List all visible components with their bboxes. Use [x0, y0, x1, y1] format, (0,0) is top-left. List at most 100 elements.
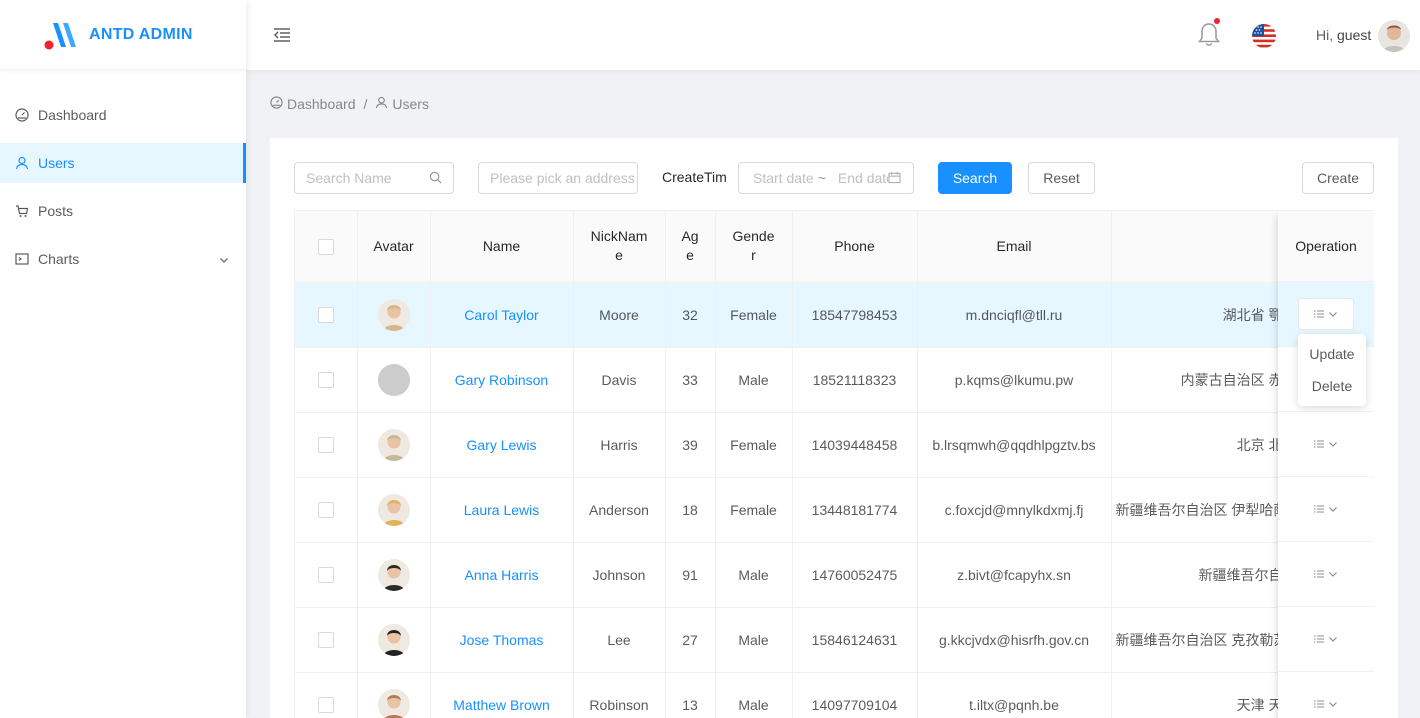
start-date-placeholder: Start date [753, 170, 814, 186]
age-cell: 91 [665, 542, 716, 608]
table-row: Gary Lewis Harris 39 Female 14039448458 b.lrs… [295, 412, 1374, 478]
address-placeholder: Please pick an address [490, 170, 635, 186]
operation-dropdown-button[interactable] [1298, 558, 1354, 590]
row-checkbox[interactable] [317, 437, 334, 454]
phone-cell: 18547798453 [792, 282, 918, 348]
chevron-down-icon [1328, 696, 1338, 712]
operation-dropdown-button[interactable] [1298, 688, 1354, 718]
user-name-link[interactable]: Gary Lewis [466, 437, 536, 453]
table-row: Laura Lewis Anderson 18 Female 13448181774 c.… [295, 477, 1374, 543]
phone-cell: 14097709104 [792, 672, 918, 718]
gender-cell: Female [715, 477, 793, 543]
gender-cell: Male [715, 607, 793, 673]
sidebar-item-dashboard[interactable]: Dashboard [0, 95, 246, 135]
user-greeting[interactable]: Hi, guest [1316, 27, 1371, 43]
user-name-link[interactable]: Carol Taylor [464, 307, 538, 323]
table-row: Anna Harris Johnson 91 Male 14760052475 z.biv… [295, 542, 1374, 608]
sidebar-menu: Dashboard Users Posts Charts [0, 95, 246, 279]
gender-cell: Female [715, 412, 793, 478]
user-icon [375, 96, 388, 112]
phone-cell: 18521118323 [792, 347, 918, 413]
row-select-cell [295, 607, 358, 673]
row-checkbox[interactable] [317, 502, 334, 519]
operation-dropdown-button[interactable] [1298, 493, 1354, 525]
name-cell: Laura Lewis [430, 477, 574, 543]
email-cell: b.lrsqmwh@qqdhlpgztv.bs [917, 412, 1112, 478]
date-range-picker[interactable]: Start date ~ End date [738, 162, 914, 194]
phone-cell: 13448181774 [792, 477, 918, 543]
row-checkbox[interactable] [317, 632, 334, 649]
us-flag-icon[interactable] [1252, 24, 1276, 48]
search-placeholder: Search Name [306, 170, 392, 186]
age-cell: 18 [665, 477, 716, 543]
row-select-cell [295, 347, 358, 413]
table-row: Carol Taylor Moore 32 Female 18547798453 m.dn… [295, 282, 1374, 348]
avatar-cell [357, 542, 431, 608]
delete-menu-item[interactable]: Delete [1298, 370, 1366, 402]
logo-icon [44, 19, 80, 51]
avatar-cell [357, 672, 431, 718]
breadcrumb-users: Users [375, 96, 429, 112]
user-avatar[interactable] [1378, 20, 1410, 52]
row-checkbox[interactable] [317, 697, 334, 714]
avatar [377, 688, 410, 718]
user-name-link[interactable]: Jose Thomas [460, 632, 544, 648]
update-menu-item[interactable]: Update [1298, 338, 1366, 370]
age-cell: 27 [665, 607, 716, 673]
address-cascader[interactable]: Please pick an address [478, 162, 638, 194]
dashboard-icon [270, 96, 283, 112]
phone-cell: 14039448458 [792, 412, 918, 478]
age-cell: 13 [665, 672, 716, 718]
sidebar-item-charts[interactable]: Charts [0, 239, 246, 279]
avatar [377, 363, 410, 396]
column-header-phone: Phone [792, 211, 918, 283]
search-icon[interactable] [429, 171, 442, 187]
search-button[interactable]: Search [938, 162, 1012, 194]
end-date-placeholder: End date [837, 170, 894, 186]
create-button[interactable]: Create [1302, 162, 1374, 194]
breadcrumb-dashboard[interactable]: Dashboard [270, 96, 356, 112]
bars-icon [1314, 566, 1324, 582]
operation-dropdown-button[interactable] [1298, 623, 1354, 655]
user-name-link[interactable]: Matthew Brown [453, 697, 549, 713]
row-checkbox[interactable] [317, 372, 334, 389]
bell-icon[interactable] [1197, 18, 1221, 48]
content-card: Search Name Please pick an address Creat… [270, 138, 1398, 718]
breadcrumb-label: Users [392, 96, 429, 112]
chevron-down-icon [1328, 566, 1338, 582]
menu-fold-icon[interactable] [273, 26, 291, 44]
email-cell: m.dnciqfl@tll.ru [917, 282, 1112, 348]
chevron-down-icon [1328, 501, 1338, 517]
operation-cell [1278, 477, 1374, 542]
reset-button[interactable]: Reset [1028, 162, 1095, 194]
select-all-checkbox[interactable] [317, 239, 334, 256]
shopping-cart-icon [15, 204, 29, 218]
notification-dot [1214, 18, 1220, 24]
user-name-link[interactable]: Anna Harris [465, 567, 539, 583]
logo[interactable]: ANTD ADMIN [0, 0, 246, 70]
user-name-link[interactable]: Gary Robinson [455, 372, 548, 388]
search-input[interactable]: Search Name [294, 162, 454, 194]
operation-dropdown-button[interactable] [1298, 298, 1354, 330]
chevron-down-icon [1328, 436, 1338, 452]
column-header-operation: Operation [1278, 211, 1374, 282]
breadcrumb: Dashboard / Users [270, 96, 429, 112]
sidebar-item-posts[interactable]: Posts [0, 191, 246, 231]
gender-cell: Male [715, 347, 793, 413]
operation-dropdown-button[interactable] [1298, 428, 1354, 460]
row-checkbox[interactable] [317, 307, 334, 324]
email-cell: c.foxcjd@mnylkdxmj.fj [917, 477, 1112, 543]
sidebar-item-label: Charts [38, 251, 80, 267]
row-select-cell [295, 282, 358, 348]
avatar-cell [357, 412, 431, 478]
column-header-email: Email [917, 211, 1112, 283]
gender-cell: Male [715, 672, 793, 718]
user-name-link[interactable]: Laura Lewis [464, 502, 540, 518]
sidebar-item-users[interactable]: Users [0, 143, 246, 183]
row-checkbox[interactable] [317, 567, 334, 584]
sidebar-item-label: Posts [38, 203, 74, 219]
breadcrumb-separator: / [363, 96, 368, 112]
greeting-prefix: Hi, [1316, 27, 1334, 43]
users-table: Avatar Name NickNam e Ag e Gende r Phone Em… [294, 210, 1374, 718]
age-cell: 33 [665, 347, 716, 413]
